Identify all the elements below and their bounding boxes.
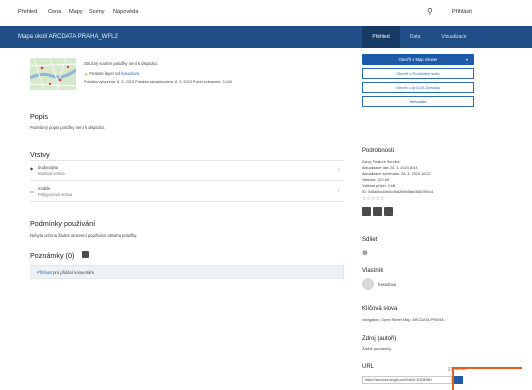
nav-item-help[interactable]: Nápověda bbox=[113, 9, 139, 15]
tab-overview-label: Přehled bbox=[372, 34, 390, 40]
detail-line: ID: 045a6bc4be0c4ba2b6e8fae3682994c1 bbox=[362, 190, 434, 194]
layer-icon: ▲ bbox=[84, 71, 89, 76]
item-thumbnail bbox=[30, 58, 76, 90]
nav-item-price[interactable]: Cena bbox=[48, 9, 61, 15]
description-heading: Popis bbox=[30, 112, 48, 121]
top-navigation: Přehled Cena Mapy Scény Nápověda ⚲ Přihl… bbox=[0, 0, 532, 27]
detail-line: Aktualizace schématu: 24. 4. 2024 10:22 bbox=[362, 172, 431, 176]
tab-visualization[interactable]: Vizualizace bbox=[432, 26, 476, 48]
comment-signin-suffix: pro přidání komentáře. bbox=[51, 270, 96, 275]
layer-name[interactable]: mobile bbox=[38, 186, 50, 191]
metadata-label: Metadata bbox=[409, 99, 427, 104]
tags-text[interactable]: navigation, Open Street Map, ARCDATA PRA… bbox=[362, 318, 444, 322]
tab-visualization-label: Vizualizace bbox=[441, 34, 467, 40]
chevron-right-icon[interactable]: › bbox=[338, 167, 339, 172]
copy-url-button[interactable] bbox=[454, 376, 463, 384]
sign-in-link[interactable]: Přihlásit bbox=[452, 9, 472, 15]
owner-heading: Vlastník bbox=[362, 268, 384, 274]
layer-name[interactable]: budynajina bbox=[38, 165, 58, 170]
layer-type-label: Feature layer od bbox=[89, 71, 120, 76]
polygon-layer-icon: ▭ bbox=[30, 189, 34, 194]
owner-avatar[interactable] bbox=[362, 278, 374, 290]
nav-item-scenes[interactable]: Scény bbox=[89, 9, 105, 15]
open-in-arcgis-desktop-button[interactable]: Otevřít v ArcGIS Desktop bbox=[362, 82, 474, 93]
item-header: Mapa okolí ARCDATA PRAHA_WFL2 Přehled Da… bbox=[0, 26, 532, 48]
detail-line: Zdroj: Feature Service bbox=[362, 160, 400, 164]
url-field[interactable]: https://services.arcgis.com/NeDCSVNMNH bbox=[362, 376, 452, 384]
divider bbox=[30, 201, 344, 202]
url-heading: URL bbox=[362, 364, 375, 370]
layer-type: ▲ Feature layer od hasudova bbox=[84, 71, 139, 76]
open-in-scene-viewer-label: Otevřít v Prohlížeči scén bbox=[396, 71, 440, 76]
highlight-line-vertical bbox=[452, 367, 454, 390]
point-layer-icon: ◆ bbox=[30, 166, 34, 171]
layer-type: Polygonová vrstva bbox=[38, 192, 73, 197]
credits-heading: Zdroj (autoři) bbox=[362, 336, 397, 342]
layer-type: Bodová vrstva bbox=[38, 171, 65, 176]
comment-signin-text: Přihlásit pro přidání komentáře. bbox=[37, 270, 95, 275]
comment-signin-link[interactable]: Přihlásit bbox=[37, 270, 52, 275]
open-in-map-viewer-button[interactable]: Otevřít v Map Viewer ▾ bbox=[362, 54, 474, 65]
item-title: Mapa okolí ARCDATA PRAHA_WFL2 bbox=[18, 34, 118, 40]
detail-line: Velikost: 120 kB bbox=[362, 178, 390, 182]
rating-stars[interactable]: ☆☆☆☆☆ bbox=[362, 196, 384, 202]
open-in-map-viewer-label: Otevřít v Map Viewer bbox=[398, 57, 438, 62]
details-heading: Podrobnosti bbox=[362, 148, 395, 154]
nav-item-overview[interactable]: Přehled bbox=[18, 9, 37, 15]
map-thumbnail-graphic bbox=[30, 58, 76, 90]
email-icon[interactable] bbox=[384, 207, 393, 216]
nav-item-maps[interactable]: Mapy bbox=[69, 9, 83, 15]
divider bbox=[30, 180, 344, 181]
divider bbox=[30, 160, 344, 161]
search-icon[interactable]: ⚲ bbox=[427, 7, 433, 16]
item-dates: Položka vytvořena: 8. 3. 2023 Položka ak… bbox=[84, 80, 232, 84]
globe-icon: ⊕ bbox=[362, 250, 368, 257]
tab-overview[interactable]: Přehled bbox=[362, 26, 400, 48]
description-text: Podrobný popis položky není k dispozici. bbox=[30, 125, 106, 130]
detail-line: Aktualizace dat: 24. 4. 2024 8:53 bbox=[362, 166, 418, 170]
terms-text: Nebyla určena žádná omezení používání ob… bbox=[30, 233, 138, 238]
highlight-line-horizontal bbox=[452, 367, 522, 369]
comment-icon[interactable] bbox=[82, 251, 89, 258]
layers-heading: Vrstvy bbox=[30, 150, 50, 159]
comments-heading: Poznámky (0) bbox=[30, 251, 75, 260]
share-heading: Sdílet bbox=[362, 237, 378, 243]
open-in-arcgis-desktop-label: Otevřít v ArcGIS Desktop bbox=[395, 85, 441, 90]
chevron-down-icon: ▾ bbox=[465, 57, 468, 62]
item-summary: Stručný souhrn položky není k dispozici. bbox=[84, 61, 159, 66]
tab-data-label: Data bbox=[409, 34, 421, 40]
facebook-icon[interactable] bbox=[362, 207, 371, 216]
metadata-button[interactable]: Metadata bbox=[362, 96, 474, 107]
terms-heading: Podmínky používání bbox=[30, 219, 96, 228]
open-in-scene-viewer-button[interactable]: Otevřít v Prohlížeči scén bbox=[362, 68, 474, 79]
chevron-right-icon[interactable]: › bbox=[338, 188, 339, 193]
tab-data[interactable]: Data bbox=[400, 26, 430, 48]
twitter-icon[interactable] bbox=[373, 207, 382, 216]
owner-name[interactable]: hasudova bbox=[378, 282, 396, 287]
tags-heading: Klíčová slova bbox=[362, 306, 398, 312]
credits-text: Žádné poznámky. bbox=[362, 347, 392, 351]
owner-link[interactable]: hasudova bbox=[121, 71, 139, 76]
detail-line: Velikost příloh: 0 kB bbox=[362, 184, 396, 188]
comment-signin-bar: Přihlásit pro přidání komentáře. bbox=[30, 265, 344, 279]
